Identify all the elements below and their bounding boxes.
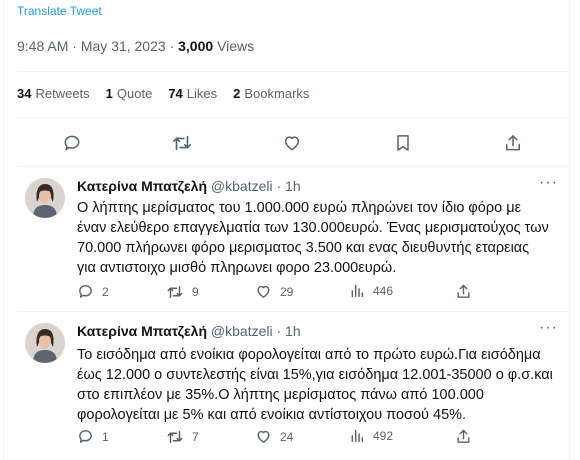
reply-tweet[interactable]: Κατερίνα Μπατζελή @kbatzeli · 1h ··· Ο λ… bbox=[17, 174, 572, 308]
heart-icon bbox=[257, 285, 270, 298]
dot-separator: · bbox=[276, 178, 286, 194]
like-count: 29 bbox=[280, 284, 294, 299]
reply-header: Κατερίνα Μπατζελή @kbatzeli · 1h bbox=[77, 323, 301, 339]
reply-text-line: Ο λήπτης μερίσματος του 1.000.000 ευρώ π… bbox=[77, 200, 522, 216]
reply-icon bbox=[79, 430, 92, 443]
retweet-count: 7 bbox=[192, 430, 199, 444]
like-count: 24 bbox=[280, 429, 294, 444]
divider bbox=[17, 71, 570, 72]
reply-icon bbox=[64, 135, 80, 151]
share-icon bbox=[457, 429, 470, 443]
retweet-icon bbox=[167, 286, 183, 298]
more-icon: ··· bbox=[539, 319, 558, 336]
retweet-button[interactable]: 7 bbox=[166, 428, 199, 446]
analytics-icon bbox=[351, 284, 364, 298]
meta-separator: · bbox=[72, 38, 81, 54]
retweets-count: 34 bbox=[17, 86, 32, 101]
meta-separator: · bbox=[169, 38, 179, 54]
bookmarks-label: Bookmarks bbox=[244, 86, 310, 101]
retweet-button[interactable]: 9 bbox=[166, 283, 199, 301]
share-icon bbox=[505, 135, 520, 151]
reply-text: Ο λήπτης μερίσματος του 1.000.000 ευρώ π… bbox=[77, 198, 572, 278]
heart-icon bbox=[257, 430, 270, 443]
views-label: Views bbox=[217, 38, 255, 54]
like-button[interactable]: 24 bbox=[255, 428, 293, 445]
reply-action-bar: 2 9 29 446 bbox=[77, 283, 517, 305]
tweet-action-bar bbox=[17, 128, 568, 158]
avatar[interactable] bbox=[25, 178, 65, 218]
views-count: 492 bbox=[373, 429, 394, 443]
like-button[interactable]: 29 bbox=[255, 283, 293, 300]
author-handle[interactable]: @kbatzeli bbox=[211, 323, 273, 339]
avatar-image bbox=[25, 323, 65, 363]
like-button[interactable] bbox=[277, 128, 307, 158]
divider bbox=[17, 166, 570, 167]
share-icon bbox=[457, 284, 470, 298]
reply-count: 1 bbox=[102, 429, 109, 444]
bookmark-icon bbox=[396, 135, 409, 151]
author-handle[interactable]: @kbatzeli bbox=[211, 178, 273, 194]
heart-icon bbox=[285, 136, 300, 151]
more-button[interactable]: ··· bbox=[539, 319, 558, 337]
more-button[interactable]: ··· bbox=[539, 174, 558, 192]
share-button[interactable] bbox=[455, 283, 472, 300]
likes-count: 74 bbox=[168, 86, 183, 101]
tweet-time[interactable]: 9:48 AM bbox=[17, 38, 68, 54]
reply-text-line: στο επιπλέον με 35%.Ο λήπτης μερίσματος … bbox=[77, 387, 484, 403]
retweet-count: 9 bbox=[192, 285, 199, 299]
reply-text-line: για αντιστοιχο μισθό πληρωνει φορο 23.00… bbox=[77, 260, 397, 276]
reply-button[interactable] bbox=[57, 128, 87, 158]
reply-text-line: φορολογείται με 5% και από ενοίκια αντίσ… bbox=[77, 407, 467, 423]
bookmarks-count: 2 bbox=[233, 86, 241, 101]
reply-text: Το εισόδημα από ενοίκια φορολογείται από… bbox=[77, 345, 572, 425]
author-name[interactable]: Κατερίνα Μπατζελή bbox=[77, 323, 207, 339]
retweets-stat[interactable]: 34 Retweets bbox=[17, 86, 90, 101]
tweet-date[interactable]: May 31, 2023 bbox=[81, 38, 166, 54]
quotes-count: 1 bbox=[105, 86, 113, 101]
bookmark-button[interactable] bbox=[388, 128, 418, 158]
likes-stat[interactable]: 74 Likes bbox=[168, 86, 217, 101]
views-button[interactable]: 446 bbox=[349, 283, 393, 299]
retweet-button[interactable] bbox=[167, 128, 197, 158]
more-icon: ··· bbox=[539, 174, 558, 191]
divider bbox=[17, 311, 570, 312]
reply-time[interactable]: 1h bbox=[285, 178, 301, 194]
reply-header: Κατερίνα Μπατζελή @kbatzeli · 1h bbox=[77, 178, 301, 194]
reply-tweet[interactable]: Κατερίνα Μπατζελή @kbatzeli · 1h ··· Το … bbox=[17, 319, 572, 457]
reply-button[interactable]: 1 bbox=[77, 428, 109, 445]
bookmarks-stat[interactable]: 2 Bookmarks bbox=[233, 86, 309, 101]
reply-icon bbox=[79, 285, 92, 298]
likes-label: Likes bbox=[186, 86, 218, 101]
tweet-stats: 34 Retweets 1 Quote 74 Likes 2 Bookmarks bbox=[17, 86, 309, 101]
retweets-label: Retweets bbox=[35, 86, 90, 101]
quotes-label: Quote bbox=[116, 86, 153, 101]
views-count: 446 bbox=[373, 284, 394, 298]
retweet-icon bbox=[167, 431, 183, 443]
dot-separator: · bbox=[276, 323, 286, 339]
views-button[interactable]: 492 bbox=[349, 428, 393, 444]
views-count: 3,000 bbox=[178, 38, 214, 54]
avatar[interactable] bbox=[25, 323, 65, 363]
reply-text-line: Το εισόδημα από ενοίκια φορολογείται από… bbox=[77, 347, 541, 363]
reply-button[interactable]: 2 bbox=[77, 283, 109, 300]
avatar-image bbox=[25, 178, 65, 218]
translate-tweet-link[interactable]: Translate Tweet bbox=[17, 4, 102, 18]
divider bbox=[17, 117, 570, 118]
quotes-stat[interactable]: 1 Quote bbox=[106, 86, 153, 101]
reply-time[interactable]: 1h bbox=[285, 323, 301, 339]
reply-text-line: έναν ελεύθερο επαγγελματία των 130.000ευ… bbox=[77, 220, 549, 236]
reply-action-bar: 1 7 24 492 bbox=[77, 428, 517, 450]
reply-count: 2 bbox=[102, 284, 109, 299]
author-name[interactable]: Κατερίνα Μπατζελή bbox=[77, 178, 207, 194]
retweet-icon bbox=[173, 135, 192, 151]
share-button[interactable] bbox=[455, 428, 472, 445]
reply-text-line: έως 12.000 ο συντελεστής είναι 15%,για ε… bbox=[77, 367, 553, 383]
share-button[interactable] bbox=[498, 128, 528, 158]
reply-text-line: 70.000 πλήρωνει φόρο μερισματος 3.500 κα… bbox=[77, 240, 530, 256]
analytics-icon bbox=[351, 429, 364, 443]
tweet-meta: 9:48 AM · May 31, 2023 · 3,000 Views bbox=[17, 38, 254, 54]
